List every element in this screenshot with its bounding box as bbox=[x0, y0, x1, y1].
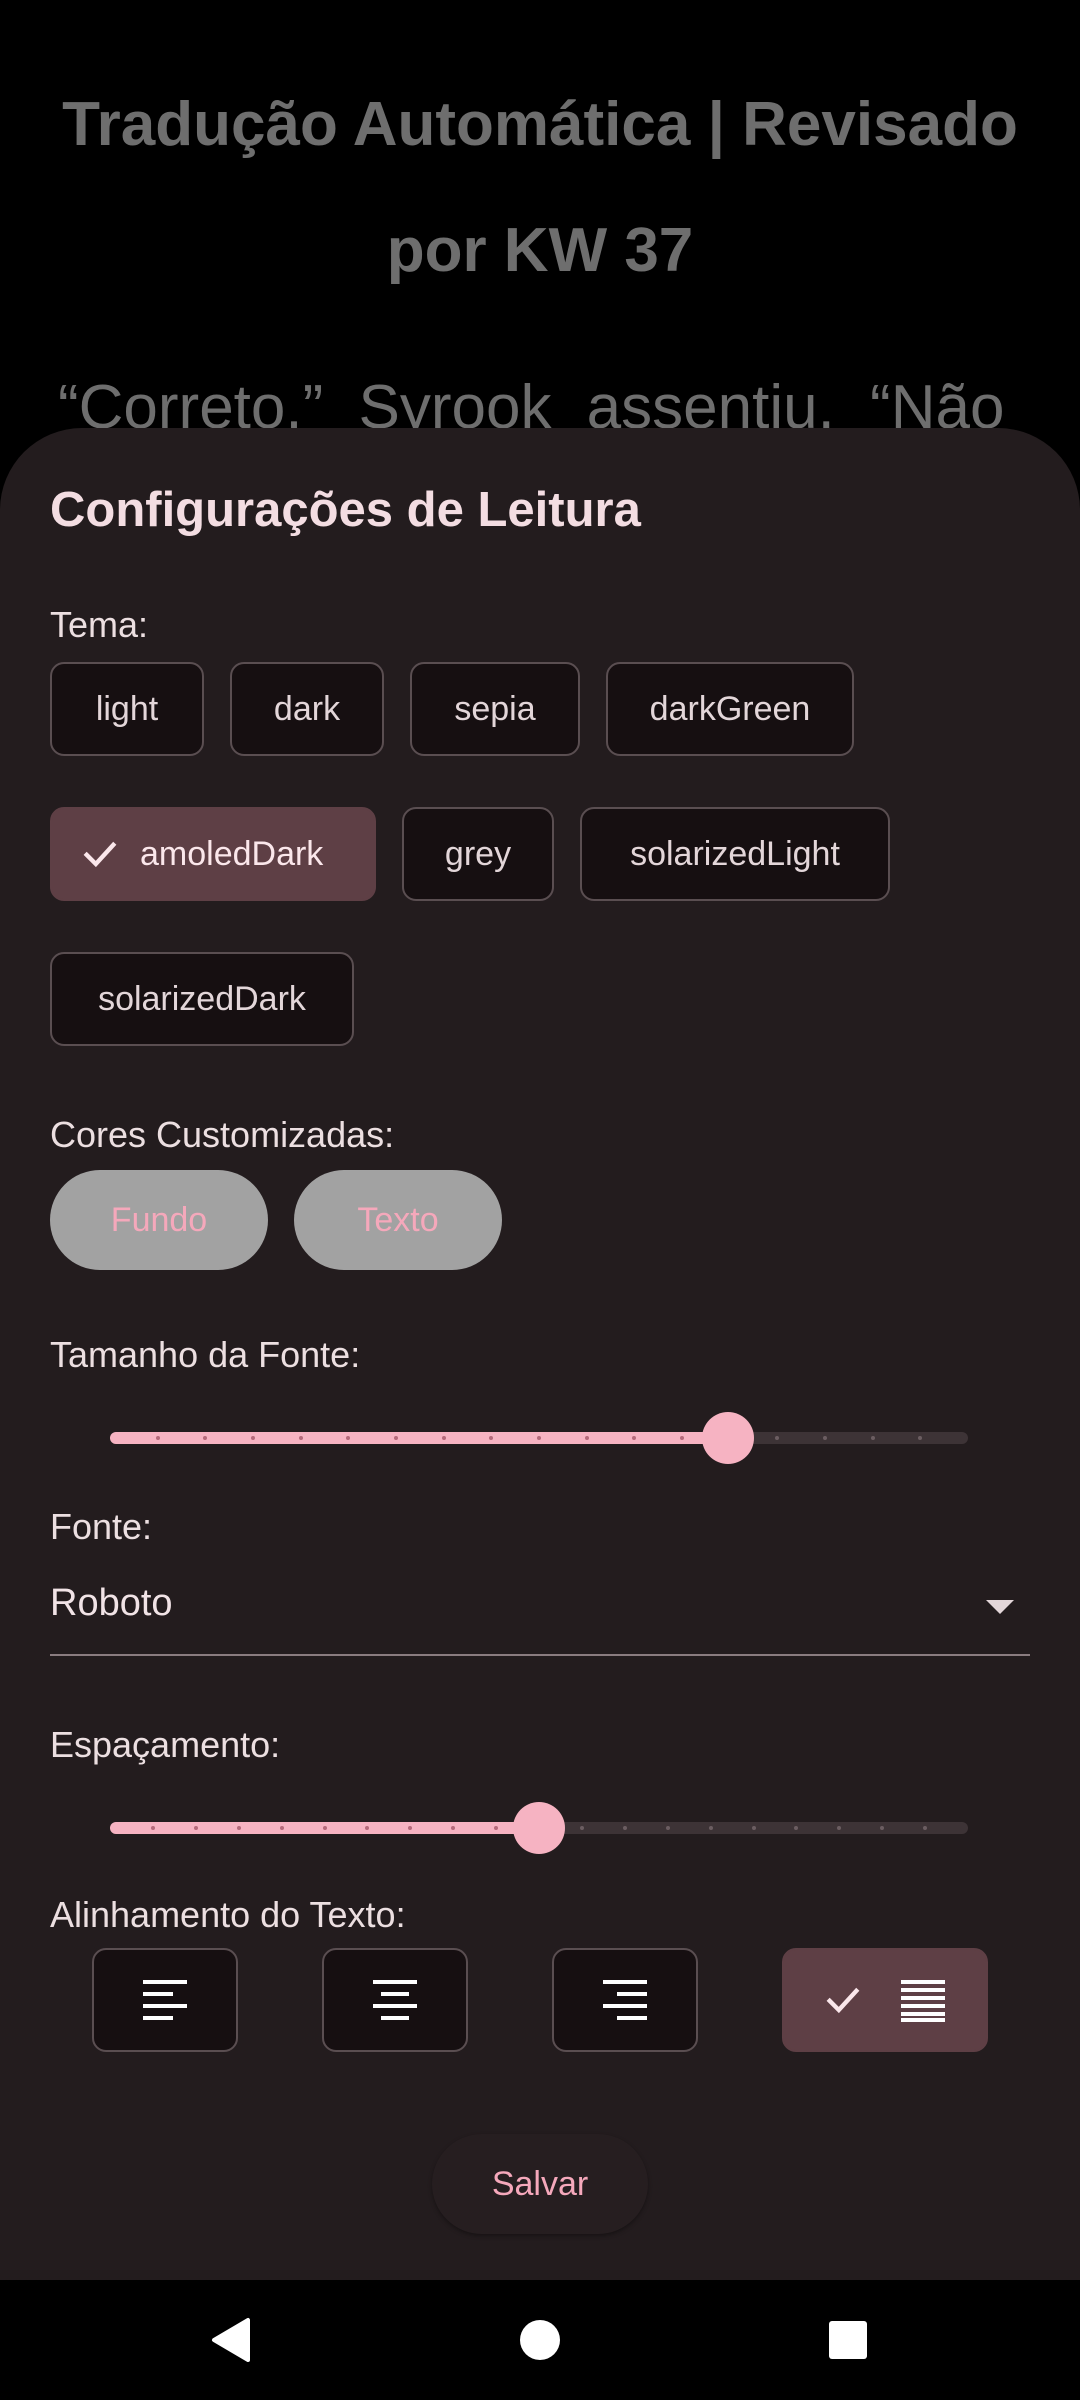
slider-thumb[interactable] bbox=[701, 1412, 754, 1464]
theme-chip-label: light bbox=[95, 689, 159, 728]
theme-chip-sepia[interactable]: sepia bbox=[410, 662, 580, 756]
theme-chip-label: sepia bbox=[454, 689, 536, 728]
slider-tick bbox=[298, 1436, 303, 1440]
chapter-title: Tradução Automática | Revisado por KW 37 bbox=[0, 62, 1080, 314]
theme-chip-amoleddark[interactable]: amoledDark bbox=[50, 807, 376, 901]
save-button-label: Salvar bbox=[491, 2164, 589, 2203]
slider-tick bbox=[441, 1436, 446, 1440]
alignment-label: Alinhamento do Texto: bbox=[50, 1894, 406, 1935]
align-right-icon bbox=[603, 1980, 647, 2020]
align-justify-button[interactable] bbox=[782, 1948, 988, 2052]
slider-tick bbox=[584, 1436, 589, 1440]
theme-chip-dark[interactable]: dark bbox=[230, 662, 384, 756]
theme-chip-grey[interactable]: grey bbox=[402, 807, 554, 901]
recents-icon bbox=[829, 2321, 867, 2359]
theme-chip-solarizeddark[interactable]: solarizedDark bbox=[50, 952, 354, 1046]
check-icon bbox=[826, 1987, 860, 2014]
spacing-label: Espaçamento: bbox=[50, 1724, 281, 1765]
theme-chip-label: solarizedDark bbox=[98, 979, 306, 1018]
align-center-button[interactable] bbox=[322, 1948, 468, 2052]
slider-tick bbox=[870, 1436, 875, 1440]
check-icon bbox=[83, 841, 117, 868]
font-dropdown-value: Roboto bbox=[50, 1582, 173, 1624]
slider-tick bbox=[537, 1436, 541, 1440]
slider-tick bbox=[823, 1436, 827, 1440]
theme-label: Tema: bbox=[50, 604, 149, 645]
dropdown-arrow-icon bbox=[986, 1600, 1014, 1614]
slider-tick bbox=[279, 1826, 284, 1830]
slider-thumb[interactable] bbox=[513, 1802, 565, 1854]
chapter-title-line-1: Tradução Automática | Revisado bbox=[62, 90, 1018, 159]
home-button[interactable] bbox=[460, 2280, 620, 2400]
align-justify-icon bbox=[901, 1980, 945, 2022]
font-size-label: Tamanho da Fonte: bbox=[50, 1334, 361, 1375]
font-size-slider[interactable] bbox=[110, 1408, 968, 1468]
theme-chip-label: darkGreen bbox=[649, 689, 811, 728]
background-color-button-label: Fundo bbox=[110, 1200, 208, 1239]
slider-tick bbox=[150, 1826, 155, 1830]
spacing-slider[interactable] bbox=[110, 1798, 968, 1858]
theme-chip-label: dark bbox=[273, 689, 341, 728]
slider-tick bbox=[394, 1436, 398, 1440]
text-color-button[interactable]: Texto bbox=[294, 1170, 502, 1270]
sheet-title: Configurações de Leitura bbox=[50, 483, 641, 537]
save-button[interactable]: Salvar bbox=[432, 2134, 648, 2234]
slider-tick bbox=[322, 1826, 327, 1830]
screen: Tradução Automática | Revisado por KW 37… bbox=[0, 0, 1080, 2400]
slider-tick bbox=[155, 1436, 160, 1440]
reading-settings-sheet: Configurações de Leitura Tema: light dar… bbox=[0, 428, 1080, 2280]
slider-tick bbox=[579, 1826, 584, 1830]
back-button[interactable] bbox=[150, 2280, 310, 2400]
slider-tick bbox=[236, 1826, 241, 1830]
chapter-title-line-2: por KW 37 bbox=[386, 216, 694, 285]
slider-tick bbox=[680, 1436, 684, 1440]
font-label: Fonte: bbox=[50, 1506, 153, 1547]
back-icon bbox=[212, 2318, 250, 2362]
slider-tick bbox=[193, 1826, 198, 1830]
theme-chip-solarizedlight[interactable]: solarizedLight bbox=[580, 807, 890, 901]
background-color-button[interactable]: Fundo bbox=[50, 1170, 268, 1270]
navigation-bar bbox=[0, 2280, 1080, 2400]
theme-chip-label: grey bbox=[444, 834, 512, 873]
slider-tick bbox=[751, 1826, 756, 1830]
slider-tick bbox=[251, 1436, 255, 1440]
recents-button[interactable] bbox=[768, 2280, 928, 2400]
text-color-button-label: Texto bbox=[357, 1200, 439, 1239]
theme-chip-label: amoledDark bbox=[140, 834, 324, 873]
slider-tick bbox=[622, 1826, 627, 1830]
custom-colors-label: Cores Customizadas: bbox=[50, 1114, 395, 1155]
theme-chip-label: solarizedLight bbox=[630, 834, 840, 873]
align-right-button[interactable] bbox=[552, 1948, 698, 2052]
slider-tick bbox=[708, 1826, 713, 1830]
slider-tick bbox=[665, 1826, 670, 1830]
theme-chip-darkgreen[interactable]: darkGreen bbox=[606, 662, 854, 756]
align-left-button[interactable] bbox=[92, 1948, 238, 2052]
home-icon bbox=[520, 2320, 560, 2360]
font-dropdown[interactable]: Roboto bbox=[50, 1576, 1030, 1656]
align-center-icon bbox=[373, 1980, 417, 2020]
theme-chip-light[interactable]: light bbox=[50, 662, 204, 756]
align-left-icon bbox=[143, 1980, 187, 2020]
